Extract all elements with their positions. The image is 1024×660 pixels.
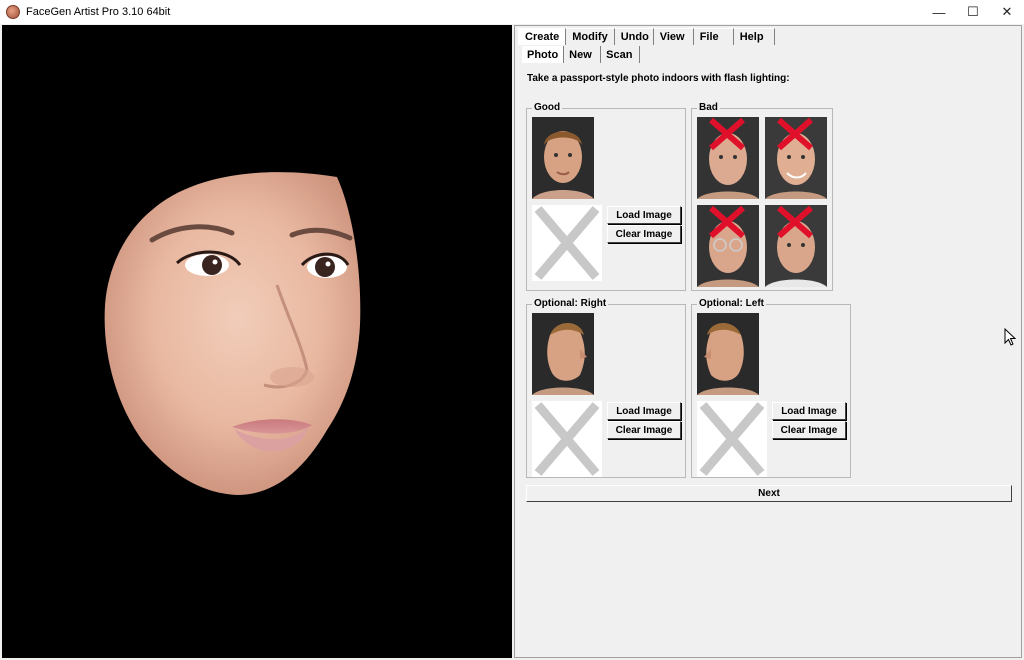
right-profile-example-photo bbox=[532, 313, 594, 395]
empty-image-x-icon bbox=[699, 402, 765, 476]
3d-face-viewport[interactable] bbox=[2, 25, 512, 658]
subtab-photo[interactable]: Photo bbox=[522, 46, 565, 63]
bad-example-photo-4 bbox=[765, 205, 827, 287]
window-title: FaceGen Artist Pro 3.10 64bit bbox=[26, 6, 171, 18]
tab-create[interactable]: Create bbox=[518, 28, 567, 45]
good-example-photo bbox=[532, 117, 594, 199]
right-photo-placeholder[interactable] bbox=[532, 401, 602, 477]
clear-front-image-button[interactable]: Clear Image bbox=[607, 225, 681, 243]
maximize-button[interactable]: ☐ bbox=[956, 0, 990, 24]
mouse-cursor-icon bbox=[1004, 328, 1016, 346]
subtab-new[interactable]: New bbox=[564, 46, 602, 63]
optional-right-label: Optional: Right bbox=[532, 298, 609, 309]
good-photo-group: Good Load Image Clear Image bbox=[526, 102, 686, 291]
clear-left-image-button[interactable]: Clear Image bbox=[772, 421, 846, 439]
next-button[interactable]: Next bbox=[526, 485, 1012, 502]
tab-modify[interactable]: Modify bbox=[566, 28, 615, 45]
title-bar: FaceGen Artist Pro 3.10 64bit — ☐ ✕ bbox=[0, 0, 1024, 24]
main-tab-bar: Create Modify Undo View File Help bbox=[518, 28, 775, 45]
bad-photo-group: Bad bbox=[691, 102, 833, 291]
tab-undo[interactable]: Undo bbox=[614, 28, 654, 45]
empty-image-x-icon bbox=[534, 206, 600, 280]
optional-left-group: Optional: Left Load Image Clear Image bbox=[691, 298, 851, 478]
bad-example-photo-1 bbox=[697, 117, 759, 199]
bad-example-photo-3 bbox=[697, 205, 759, 287]
minimize-button[interactable]: — bbox=[922, 0, 956, 24]
optional-right-group: Optional: Right Load Image Clear Image bbox=[526, 298, 686, 478]
optional-left-label: Optional: Left bbox=[697, 298, 766, 309]
window-controls: — ☐ ✕ bbox=[922, 0, 1024, 24]
tab-help[interactable]: Help bbox=[733, 28, 775, 45]
face-model-render[interactable] bbox=[2, 25, 512, 658]
left-profile-example-photo bbox=[697, 313, 759, 395]
clear-right-image-button[interactable]: Clear Image bbox=[607, 421, 681, 439]
subtab-scan[interactable]: Scan bbox=[601, 46, 641, 63]
photo-instruction: Take a passport-style photo indoors with… bbox=[527, 73, 790, 84]
close-button[interactable]: ✕ bbox=[990, 0, 1024, 24]
bad-group-label: Bad bbox=[697, 102, 720, 113]
load-left-image-button[interactable]: Load Image bbox=[772, 402, 846, 420]
empty-image-x-icon bbox=[534, 402, 600, 476]
left-photo-placeholder[interactable] bbox=[697, 401, 767, 477]
front-photo-placeholder[interactable] bbox=[532, 205, 602, 281]
tab-file[interactable]: File bbox=[693, 28, 734, 45]
tab-view[interactable]: View bbox=[653, 28, 694, 45]
good-group-label: Good bbox=[532, 102, 563, 113]
load-right-image-button[interactable]: Load Image bbox=[607, 402, 681, 420]
facegen-app-icon bbox=[6, 5, 20, 19]
bad-example-photo-2 bbox=[765, 117, 827, 199]
create-sub-tab-bar: Photo New Scan bbox=[522, 46, 641, 63]
control-panel: Create Modify Undo View File Help Photo … bbox=[514, 25, 1022, 658]
load-front-image-button[interactable]: Load Image bbox=[607, 206, 681, 224]
